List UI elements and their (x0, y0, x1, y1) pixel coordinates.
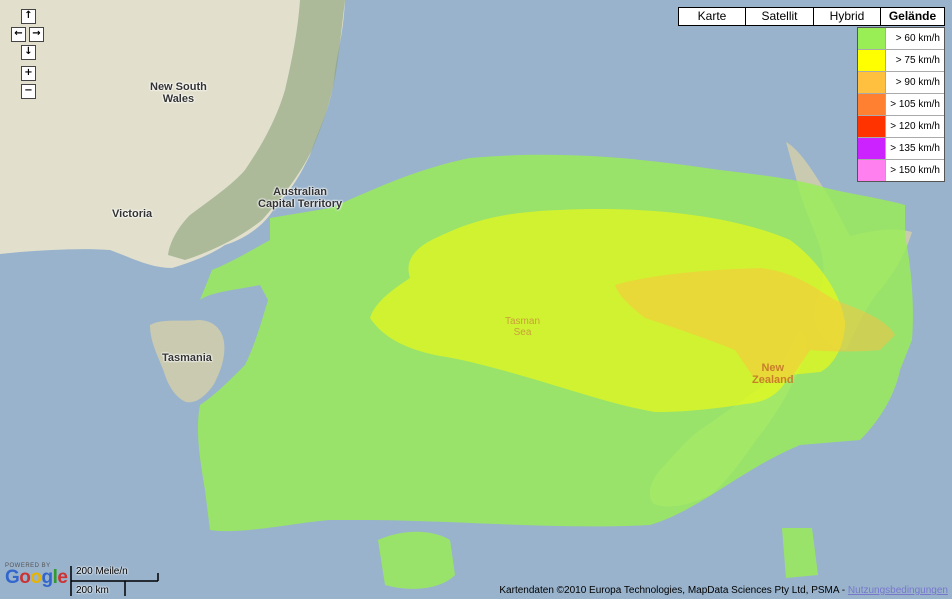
map-type-gelande-button[interactable]: Gelände (880, 7, 945, 26)
pan-down-button[interactable]: ↓ (21, 45, 36, 60)
label-australian-capital-territory: Australian Capital Territory (258, 186, 343, 210)
map-navigation-control: ↑ ← → ↓ + − (10, 8, 46, 100)
google-wordmark: Google (5, 567, 68, 588)
zoom-out-button[interactable]: − (21, 84, 36, 99)
map-layer (0, 0, 913, 589)
scale-km-label: 200 km (76, 585, 109, 596)
legend-row: > 135 km/h (858, 138, 944, 160)
label-tasmania: Tasmania (162, 352, 212, 364)
legend-swatch (858, 138, 886, 159)
legend-label: > 60 km/h (895, 33, 940, 44)
label-new-zealand: New Zealand (752, 362, 794, 386)
scale-bar: 200 Meile/n 200 km (70, 566, 160, 596)
legend-swatch (858, 50, 886, 71)
label-victoria: Victoria (112, 208, 153, 220)
map-canvas[interactable]: New South Wales Australian Capital Territo… (0, 0, 952, 599)
label-new-south-wales: New South Wales (150, 81, 207, 105)
legend-swatch (858, 116, 886, 137)
legend-swatch (858, 94, 886, 115)
legend-row: > 75 km/h (858, 50, 944, 72)
legend-swatch (858, 28, 886, 49)
legend-label: > 90 km/h (895, 77, 940, 88)
map-type-karte-button[interactable]: Karte (678, 7, 746, 26)
legend-label: > 75 km/h (895, 55, 940, 66)
wind-speed-legend: > 60 km/h > 75 km/h > 90 km/h > 105 km/h… (857, 27, 945, 182)
scale-miles-label: 200 Meile/n (76, 566, 128, 577)
map-type-control: Karte Satellit Hybrid Gelände (678, 7, 945, 26)
legend-row: > 90 km/h (858, 72, 944, 94)
google-logo[interactable]: POWERED BY Google (5, 563, 68, 588)
wind-zone-60-patch-west (378, 531, 455, 589)
map-type-hybrid-button[interactable]: Hybrid (813, 7, 881, 26)
legend-label: > 120 km/h (890, 121, 940, 132)
label-tasman-sea: Tasman Sea (505, 316, 541, 338)
legend-row: > 120 km/h (858, 116, 944, 138)
terms-of-use-link[interactable]: Nutzungsbedingungen (848, 585, 948, 596)
zoom-in-button[interactable]: + (21, 66, 36, 81)
map-type-satellit-button[interactable]: Satellit (745, 7, 814, 26)
legend-swatch (858, 160, 886, 181)
pan-left-button[interactable]: ← (11, 27, 26, 42)
legend-swatch (858, 72, 886, 93)
map-attribution: Kartendaten ©2010 Europa Technologies, M… (499, 585, 948, 596)
legend-row: > 105 km/h (858, 94, 944, 116)
legend-label: > 135 km/h (890, 143, 940, 154)
legend-row: > 150 km/h (858, 160, 944, 181)
wind-zone-60-patch-east (782, 528, 818, 578)
pan-up-button[interactable]: ↑ (21, 9, 36, 24)
legend-row: > 60 km/h (858, 28, 944, 50)
legend-label: > 150 km/h (890, 165, 940, 176)
legend-label: > 105 km/h (890, 99, 940, 110)
pan-right-button[interactable]: → (29, 27, 44, 42)
attribution-text: Kartendaten ©2010 Europa Technologies, M… (499, 585, 848, 596)
